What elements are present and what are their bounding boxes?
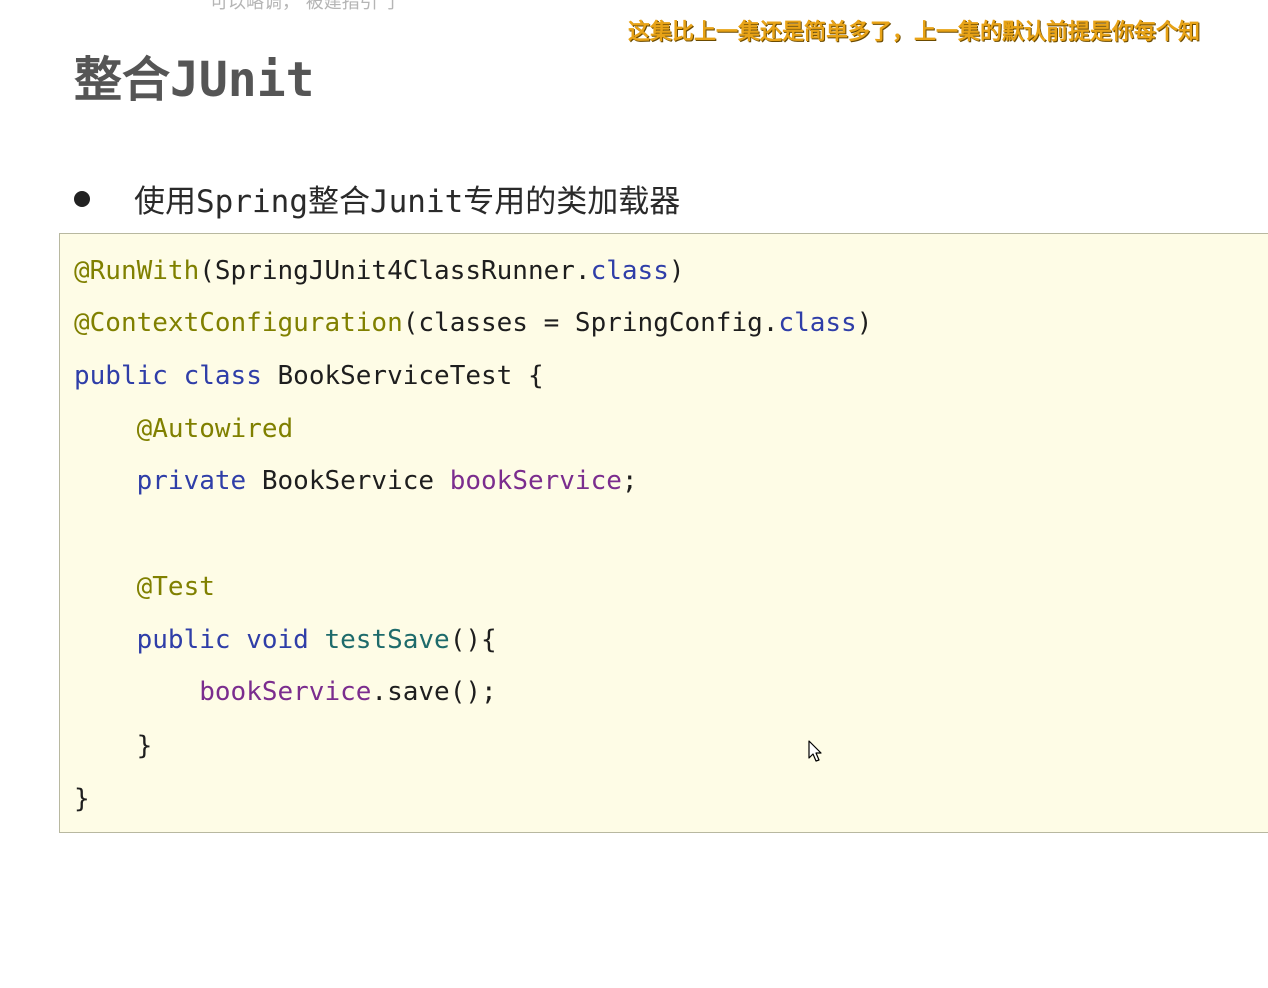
code-token: BookServiceTest { — [277, 361, 544, 391]
code-block: @RunWith(SpringJUnit4ClassRunner.class) … — [59, 233, 1268, 833]
bullet-item: 使用Spring整合Junit专用的类加载器 — [74, 176, 680, 221]
code-token: } — [74, 784, 90, 814]
annotation-token: @Test — [136, 572, 215, 602]
code-token: (classes = SpringConfig. — [402, 308, 779, 338]
code-line-6: @Test — [74, 570, 215, 604]
code-line-5: private BookService bookService; — [74, 464, 638, 498]
annotation-token: @RunWith — [74, 256, 200, 286]
keyword-token: class — [778, 308, 857, 338]
code-token: .save(); — [371, 677, 497, 707]
code-line-7: public void testSave(){ — [74, 623, 497, 657]
code-line-10: } — [74, 782, 90, 816]
bullet-dot-icon — [74, 190, 90, 207]
keyword-token: class — [590, 256, 669, 286]
keyword-token: class — [183, 361, 262, 391]
code-token: ; — [621, 466, 638, 496]
annotation-token: @ContextConfiguration — [74, 308, 403, 338]
code-token: ) — [856, 308, 873, 338]
code-line-8: bookService.save(); — [74, 675, 497, 709]
method-token: testSave — [324, 625, 450, 655]
code-token: (SpringJUnit4ClassRunner. — [199, 256, 591, 286]
field-token: bookService — [199, 677, 372, 707]
keyword-token: private — [136, 466, 247, 496]
code-line-9: } — [74, 729, 153, 763]
partial-subtitle-text: 可以略调， 被建指引 了 — [210, 0, 402, 13]
code-line-3: public class BookServiceTest { — [74, 359, 544, 393]
code-line-4: @Autowired — [74, 412, 294, 446]
annotation-token: @Autowired — [136, 414, 294, 444]
type-token: BookService — [261, 466, 435, 496]
code-token: ) — [668, 256, 685, 286]
bullet-text: 使用Spring整合Junit专用的类加载器 — [134, 184, 681, 220]
keyword-token: void — [246, 625, 309, 655]
video-caption-overlay: 这集比上一集还是简单多了，上一集的默认前提是你每个知 — [628, 20, 1201, 45]
keyword-token: public — [136, 625, 231, 655]
code-line-2: @ContextConfiguration(classes = SpringCo… — [74, 306, 872, 340]
code-line-1: @RunWith(SpringJUnit4ClassRunner.class) — [74, 254, 685, 288]
field-token: bookService — [449, 466, 622, 496]
code-token: } — [136, 731, 153, 761]
mouse-pointer-icon — [808, 740, 822, 762]
keyword-token: public — [74, 361, 168, 391]
code-token: (){ — [449, 625, 497, 655]
slide-title: 整合JUnit — [74, 52, 315, 108]
